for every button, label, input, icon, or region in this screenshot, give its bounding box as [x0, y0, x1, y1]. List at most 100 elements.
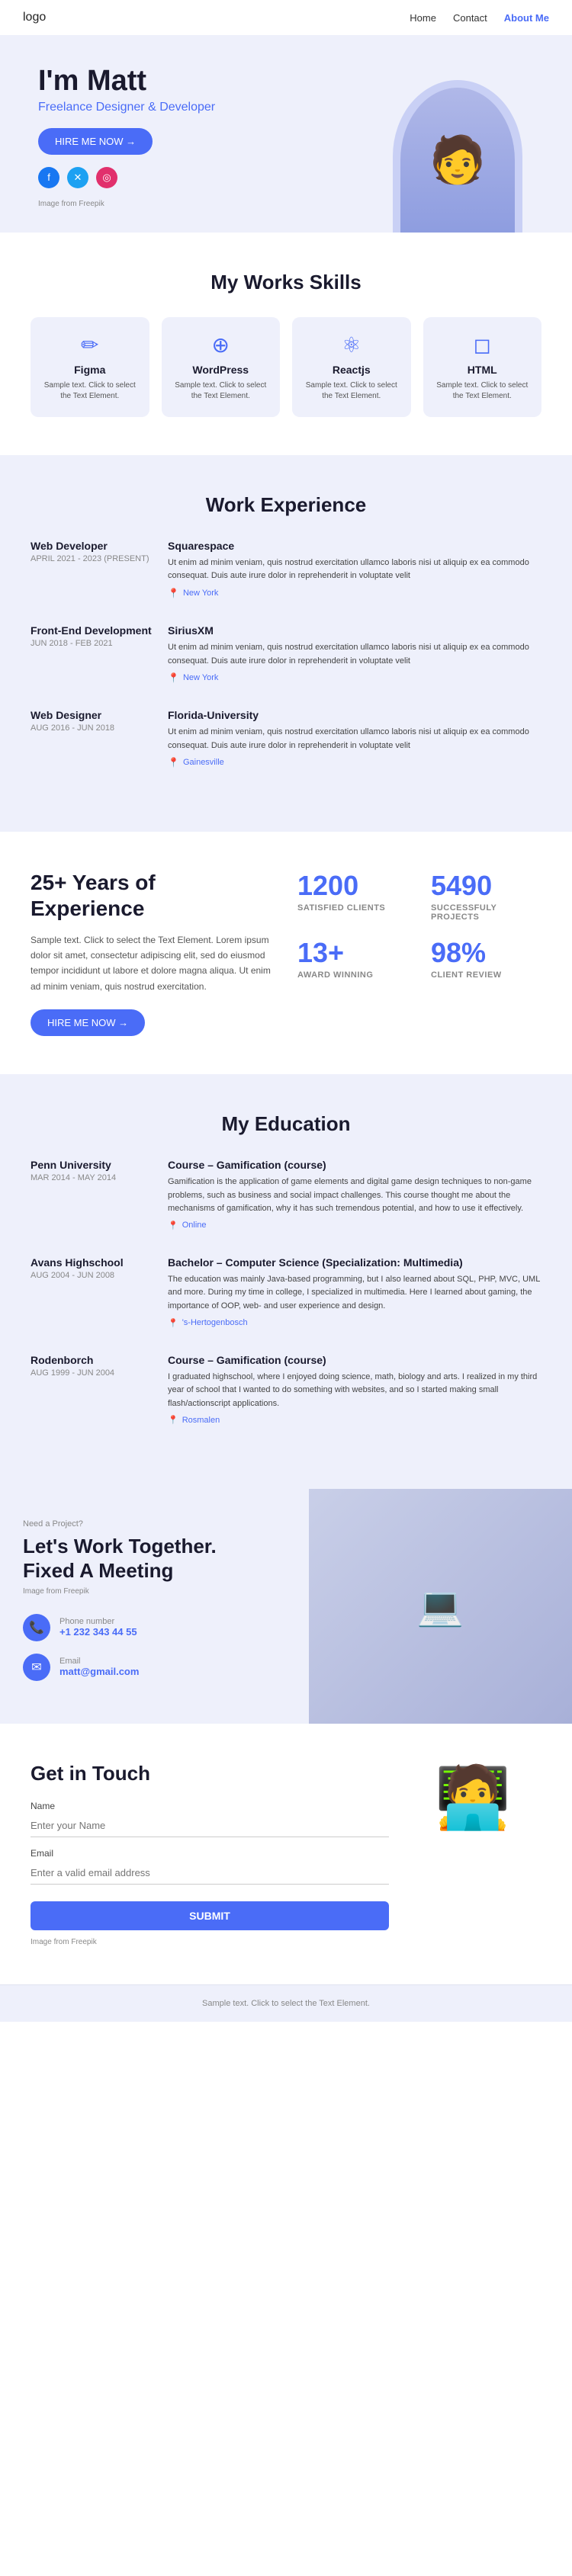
- footer: Sample text. Click to select the Text El…: [0, 1985, 572, 2022]
- social-links: f ✕ ◎: [38, 167, 381, 188]
- stat-projects: 5490 SUCCESSFULY PROJECTS: [431, 870, 541, 922]
- edu-right-3: Course – Gamification (course) I graduat…: [168, 1354, 541, 1426]
- edu-school-1: Penn University: [31, 1159, 153, 1171]
- footer-text: Sample text. Click to select the Text El…: [31, 1999, 541, 2008]
- edu-row-2: Avans Highschool AUG 2004 - JUN 2008 Bac…: [31, 1256, 541, 1328]
- contact-email-info: Email matt@gmail.com: [59, 1657, 139, 1677]
- navbar: logo Home Contact About Me: [0, 0, 572, 35]
- skills-title: My Works Skills: [31, 271, 541, 294]
- skill-html-desc: Sample text. Click to select the Text El…: [434, 380, 532, 402]
- work-left-2: Front-End Development JUN 2018 - FEB 202…: [31, 624, 153, 683]
- edu-date-1: MAR 2014 - MAY 2014: [31, 1173, 153, 1182]
- skill-wordpress: ⊕ WordPress Sample text. Click to select…: [162, 317, 281, 417]
- html-icon: ◻: [434, 332, 532, 358]
- edu-row-1: Penn University MAR 2014 - MAY 2014 Cour…: [31, 1159, 541, 1230]
- edu-city-3: Rosmalen: [182, 1416, 220, 1425]
- contact-banner: Need a Project? Let's Work Together. Fix…: [0, 1489, 572, 1723]
- hero-portrait: 🧑: [393, 80, 522, 233]
- hero-subtitle: Freelance Designer & Developer: [38, 101, 381, 114]
- wordpress-icon: ⊕: [172, 332, 270, 358]
- form-name-group: Name: [31, 1801, 389, 1837]
- touch-credit: Image from Freepik: [31, 1938, 389, 1946]
- instagram-icon[interactable]: ◎: [96, 167, 117, 188]
- nav-home[interactable]: Home: [410, 12, 436, 24]
- email-label: Email: [59, 1657, 139, 1666]
- nav-contact[interactable]: Contact: [453, 12, 487, 24]
- edu-city-2: 's-Hertogenbosch: [182, 1318, 248, 1327]
- edu-pin-icon-3: 📍: [168, 1415, 178, 1425]
- stat-awards: 13+ AWARD WINNING: [297, 937, 408, 980]
- edu-desc-1: Gamification is the application of game …: [168, 1176, 541, 1216]
- hero-credit: Image from Freepik: [38, 196, 381, 210]
- figma-icon: ✏: [41, 332, 139, 358]
- stat-clients-label: SATISFIED CLIENTS: [297, 903, 408, 913]
- location-pin-icon-3: 📍: [168, 757, 179, 768]
- contact-credit: Image from Freepik: [23, 1587, 286, 1596]
- edu-right-2: Bachelor – Computer Science (Specializat…: [168, 1256, 541, 1328]
- submit-button[interactable]: SUBMIT: [31, 1901, 389, 1930]
- twitter-icon[interactable]: ✕: [67, 167, 88, 188]
- work-date-2: JUN 2018 - FEB 2021: [31, 639, 153, 648]
- skill-react-name: Reactjs: [303, 364, 400, 376]
- hire-me-button-2[interactable]: HIRE ME NOW →: [31, 1009, 145, 1036]
- edu-left-2: Avans Highschool AUG 2004 - JUN 2008: [31, 1256, 153, 1328]
- work-right-2: SiriusXM Ut enim ad minim veniam, quis n…: [168, 624, 541, 683]
- skill-html: ◻ HTML Sample text. Click to select the …: [423, 317, 542, 417]
- hero-section: I'm Matt Freelance Designer & Developer …: [0, 35, 572, 233]
- edu-pin-icon-1: 📍: [168, 1221, 178, 1230]
- form-name-input[interactable]: [31, 1814, 389, 1837]
- contact-banner-left: Need a Project? Let's Work Together. Fix…: [0, 1489, 309, 1723]
- person-illustration: 🧑‍💻: [435, 1762, 511, 1833]
- stats-heading: 25+ Years of Experience: [31, 870, 275, 921]
- edu-location-3: 📍 Rosmalen: [168, 1415, 541, 1425]
- edu-desc-3: I graduated highschool, where I enjoyed …: [168, 1371, 541, 1411]
- skill-html-name: HTML: [434, 364, 532, 376]
- form-email-input[interactable]: [31, 1862, 389, 1885]
- hero-image: 🧑: [381, 80, 534, 233]
- edu-date-3: AUG 1999 - JUN 2004: [31, 1368, 153, 1378]
- stat-awards-number: 13+: [297, 937, 408, 969]
- work-company-3: Florida-University: [168, 709, 541, 721]
- edu-row-3: Rodenborch AUG 1999 - JUN 2004 Course – …: [31, 1354, 541, 1426]
- stat-review: 98% CLIENT REVIEW: [431, 937, 541, 980]
- form-name-label: Name: [31, 1801, 389, 1811]
- stat-clients: 1200 SATISFIED CLIENTS: [297, 870, 408, 922]
- skill-figma: ✏ Figma Sample text. Click to select the…: [31, 317, 149, 417]
- stat-review-label: CLIENT REVIEW: [431, 970, 541, 980]
- email-icon: ✉: [23, 1654, 50, 1681]
- react-icon: ⚛: [303, 332, 400, 358]
- work-desc-3: Ut enim ad minim veniam, quis nostrud ex…: [168, 726, 541, 752]
- work-company-2: SiriusXM: [168, 624, 541, 637]
- work-experience-section: Work Experience Web Developer APRIL 2021…: [0, 455, 572, 832]
- edu-desc-2: The education was mainly Java-based prog…: [168, 1273, 541, 1314]
- work-left-1: Web Developer APRIL 2021 - 2023 (PRESENT…: [31, 540, 153, 598]
- facebook-icon[interactable]: f: [38, 167, 59, 188]
- nav-about[interactable]: About Me: [504, 12, 549, 24]
- edu-city-1: Online: [182, 1221, 207, 1230]
- work-left-3: Web Designer AUG 2016 - JUN 2018: [31, 709, 153, 768]
- stat-projects-label: SUCCESSFULY PROJECTS: [431, 903, 541, 922]
- hero-title: I'm Matt: [38, 66, 381, 98]
- hire-me-button[interactable]: HIRE ME NOW →: [38, 128, 153, 155]
- phone-value: +1 232 343 44 55: [59, 1626, 137, 1638]
- skill-react: ⚛ Reactjs Sample text. Click to select t…: [292, 317, 411, 417]
- work-job-title-1: Web Developer: [31, 540, 153, 552]
- skill-wordpress-desc: Sample text. Click to select the Text El…: [172, 380, 270, 402]
- hero-person-illustration: 🧑: [400, 88, 515, 233]
- stat-review-number: 98%: [431, 937, 541, 969]
- laptop-image: 💻: [309, 1489, 572, 1723]
- skills-grid: ✏ Figma Sample text. Click to select the…: [31, 317, 541, 417]
- get-in-touch-section: Get in Touch Name Email SUBMIT Image fro…: [0, 1724, 572, 1984]
- edu-left-1: Penn University MAR 2014 - MAY 2014: [31, 1159, 153, 1230]
- edu-location-1: 📍 Online: [168, 1221, 541, 1230]
- skill-figma-name: Figma: [41, 364, 139, 376]
- contact-banner-image: 💻: [309, 1489, 572, 1723]
- skills-section: My Works Skills ✏ Figma Sample text. Cli…: [0, 233, 572, 455]
- edu-course-2: Bachelor – Computer Science (Specializat…: [168, 1256, 541, 1269]
- touch-illustration: 🧑‍💻: [404, 1762, 541, 1833]
- stats-section: 25+ Years of Experience Sample text. Cli…: [0, 832, 572, 1074]
- education-title: My Education: [31, 1112, 541, 1136]
- education-section: My Education Penn University MAR 2014 - …: [0, 1074, 572, 1489]
- nav-links: Home Contact About Me: [410, 12, 549, 24]
- form-email-group: Email: [31, 1848, 389, 1885]
